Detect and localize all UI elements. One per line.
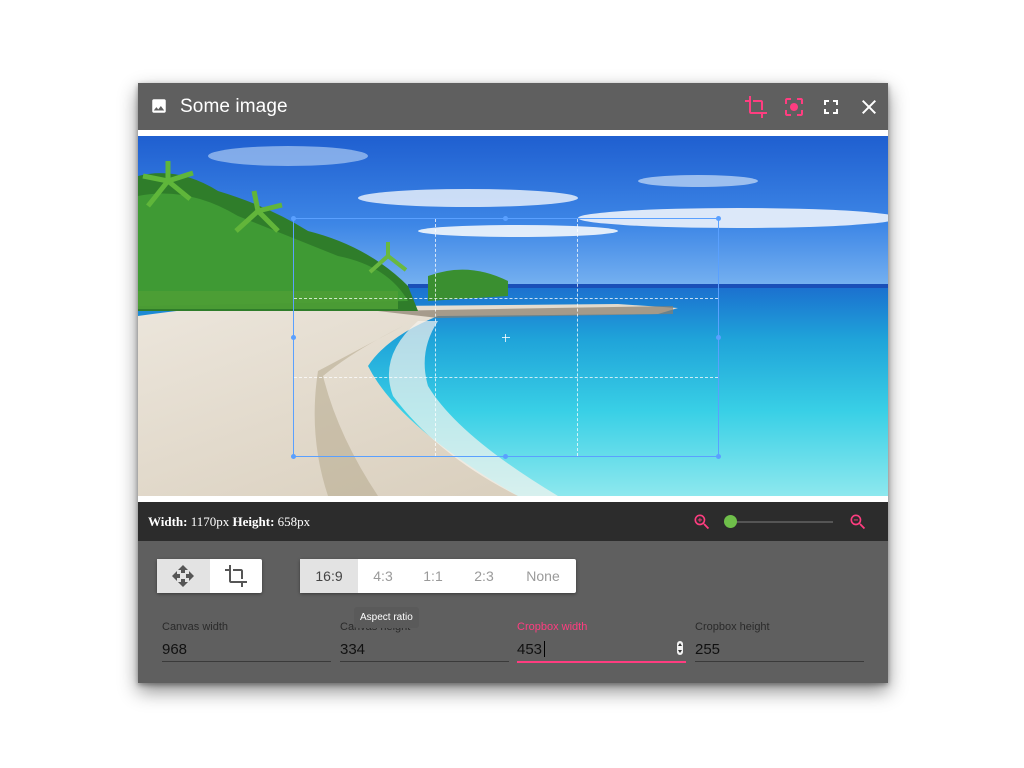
field-underline	[517, 661, 686, 663]
crop-icon[interactable]	[744, 95, 768, 119]
field-underline	[162, 661, 331, 662]
cropbox-height-input[interactable]	[695, 639, 864, 659]
crop-handle-s[interactable]	[503, 454, 508, 459]
zoom-in-icon[interactable]	[692, 512, 712, 532]
mode-toggle-group	[157, 559, 262, 593]
width-value: 1170px	[190, 514, 230, 529]
image-crop-dialog: Some image Width: 1170px Height: 658px 1…	[138, 83, 888, 683]
aspect-ratio-tooltip: Aspect ratio	[354, 607, 419, 628]
crop-guide	[576, 219, 578, 456]
canvas-height-input[interactable]	[340, 639, 509, 659]
cropbox-width-input[interactable]	[517, 639, 686, 659]
cropbox-height-field: Cropbox height	[695, 621, 864, 663]
crop-guide	[435, 219, 437, 456]
aspect-ratio-group: 16:9 4:3 1:1 2:3 None	[300, 559, 576, 593]
image-info-bar: Width: 1170px Height: 658px	[138, 502, 888, 541]
crop-handle-sw[interactable]	[291, 454, 296, 459]
cropbox-width-field: Cropbox width	[517, 621, 686, 663]
crop-guide	[294, 297, 718, 299]
width-label: Width:	[148, 514, 188, 529]
crop-guide	[294, 376, 718, 378]
ratio-none-button[interactable]: None	[510, 559, 576, 593]
canvas-width-input[interactable]	[162, 639, 331, 659]
cropbox-width-label: Cropbox width	[517, 621, 588, 633]
crop-mode-button[interactable]	[210, 559, 263, 593]
fullscreen-icon[interactable]	[819, 95, 843, 119]
image-dimensions: Width: 1170px Height: 658px	[148, 514, 310, 530]
height-label: Height:	[232, 514, 275, 529]
crop-canvas[interactable]	[138, 130, 888, 502]
crop-handle-w[interactable]	[291, 334, 296, 340]
canvas-width-field: Canvas width	[162, 621, 331, 663]
zoom-out-icon[interactable]	[848, 512, 868, 532]
crop-handle-ne[interactable]	[716, 216, 721, 221]
focus-icon[interactable]	[782, 95, 806, 119]
crop-handle-n[interactable]	[503, 216, 508, 221]
crop-icon	[224, 565, 247, 587]
crop-handle-se[interactable]	[716, 454, 721, 459]
move-mode-button[interactable]	[157, 559, 210, 593]
zoom-slider-thumb[interactable]	[724, 515, 737, 528]
crop-center-marker	[502, 333, 510, 342]
crop-box[interactable]	[291, 216, 721, 459]
crop-controls: 16:9 4:3 1:1 2:3 None Aspect ratio Canva…	[138, 541, 888, 683]
cropbox-height-label: Cropbox height	[695, 621, 770, 633]
beach-photo	[138, 136, 888, 496]
number-spinner[interactable]	[677, 641, 683, 655]
dialog-title: Some image	[180, 96, 288, 117]
crop-handle-nw[interactable]	[291, 216, 296, 221]
ratio-1-1-button[interactable]: 1:1	[408, 559, 458, 593]
canvas-width-label: Canvas width	[162, 621, 229, 633]
move-icon	[172, 565, 195, 587]
field-underline	[695, 661, 864, 662]
zoom-slider-track[interactable]	[730, 521, 833, 523]
crop-handle-e[interactable]	[716, 334, 721, 340]
ratio-16-9-button[interactable]: 16:9	[300, 559, 358, 593]
height-value: 658px	[277, 514, 311, 529]
image-icon	[152, 99, 166, 113]
close-icon[interactable]	[857, 95, 881, 119]
ratio-4-3-button[interactable]: 4:3	[358, 559, 408, 593]
title-bar: Some image	[138, 83, 888, 130]
text-caret	[544, 641, 545, 657]
field-underline	[340, 661, 509, 662]
ratio-2-3-button[interactable]: 2:3	[458, 559, 510, 593]
